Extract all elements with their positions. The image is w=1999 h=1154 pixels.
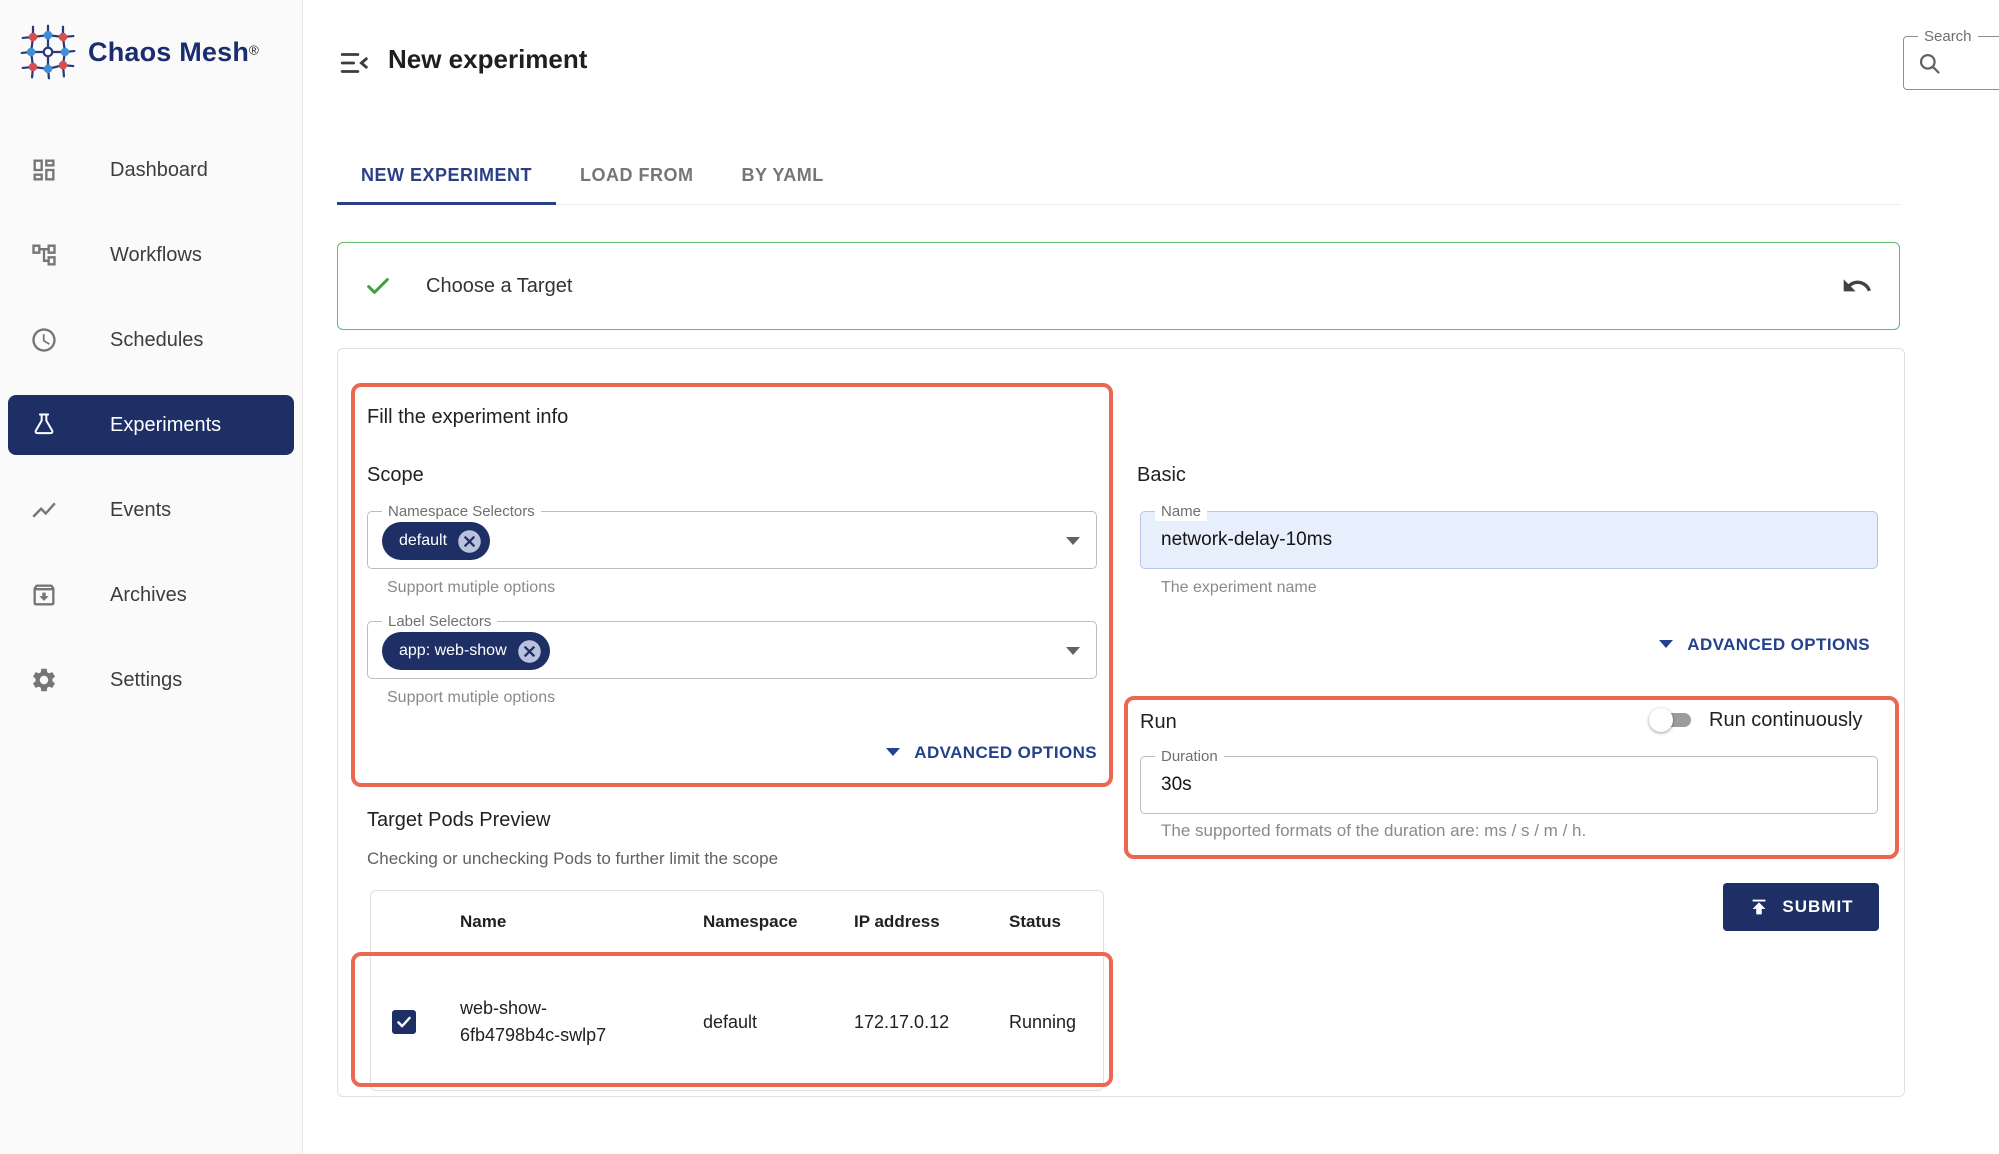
pods-table: Name Namespace IP address Status web-sho… <box>370 890 1104 1091</box>
tab-load-from[interactable]: LOAD FROM <box>556 147 717 204</box>
basic-heading: Basic <box>1137 464 1186 487</box>
checkbox-check-icon <box>395 1013 413 1031</box>
label-selectors-helper: Support mutiple options <box>387 689 555 707</box>
experiment-form-card: Fill the experiment info Scope Namespace… <box>337 348 1905 1097</box>
pod-status: Running <box>1009 1012 1103 1033</box>
advanced-options-label: ADVANCED OPTIONS <box>1687 635 1870 654</box>
search-icon <box>1916 50 1943 77</box>
pods-preview-subtitle: Checking or unchecking Pods to further l… <box>367 849 778 869</box>
pod-ip: 172.17.0.12 <box>854 1012 1009 1033</box>
run-continuously-toggle[interactable] <box>1649 707 1695 733</box>
run-continuously-label: Run continuously <box>1709 709 1862 732</box>
sidebar-item-label: Settings <box>110 669 182 692</box>
namespace-selectors-helper: Support mutiple options <box>387 579 555 597</box>
chaos-mesh-logo-icon <box>18 22 78 82</box>
brand: Chaos Mesh® <box>18 22 259 82</box>
sidebar-item-dashboard[interactable]: Dashboard <box>8 140 294 200</box>
triangle-down-icon <box>1659 640 1673 648</box>
tab-by-yaml[interactable]: BY YAML <box>718 147 848 204</box>
col-header-status: Status <box>1009 912 1103 932</box>
col-header-namespace: Namespace <box>703 912 854 932</box>
duration-helper: The supported formats of the duration ar… <box>1161 821 1586 841</box>
tab-label: LOAD FROM <box>580 165 693 186</box>
name-field-helper: The experiment name <box>1161 579 1317 597</box>
tab-bar: NEW EXPERIMENT LOAD FROM BY YAML <box>337 147 1900 205</box>
sidebar-item-label: Dashboard <box>110 159 208 182</box>
submit-button[interactable]: SUBMIT <box>1723 883 1879 931</box>
chip-namespace-default[interactable]: default <box>382 522 490 560</box>
clock-icon <box>30 326 58 354</box>
archive-icon <box>30 581 58 609</box>
sidebar-item-label: Experiments <box>110 414 221 437</box>
chip-remove-icon[interactable] <box>456 528 483 555</box>
submit-label: SUBMIT <box>1782 897 1853 917</box>
sidebar-item-experiments[interactable]: Experiments <box>8 395 294 455</box>
scope-advanced-options-toggle[interactable]: ADVANCED OPTIONS <box>367 743 1097 763</box>
duration-input[interactable] <box>1161 757 1837 813</box>
chip-label-app-web-show[interactable]: app: web-show <box>382 632 550 670</box>
pod-namespace: default <box>703 1012 854 1033</box>
pod-name: web-show-6fb4798b4c-swlp7 <box>460 995 642 1049</box>
basic-advanced-options-toggle[interactable]: ADVANCED OPTIONS <box>1144 635 1870 655</box>
scope-heading: Scope <box>367 464 424 487</box>
advanced-options-label: ADVANCED OPTIONS <box>914 743 1097 762</box>
toggle-thumb <box>1649 708 1673 732</box>
sidebar-item-archives[interactable]: Archives <box>8 565 294 625</box>
tab-new-experiment[interactable]: NEW EXPERIMENT <box>337 147 556 204</box>
table-row[interactable]: web-show-6fb4798b4c-swlp7 default 172.17… <box>371 953 1103 1091</box>
sidebar-item-workflows[interactable]: Workflows <box>8 225 294 285</box>
experiment-name-input[interactable] <box>1161 512 1837 568</box>
sidebar-nav: Dashboard Workflows Schedules Experiment… <box>0 140 302 735</box>
check-icon <box>364 272 392 300</box>
triangle-down-icon <box>886 748 900 756</box>
flask-icon <box>30 411 58 439</box>
col-header-name: Name <box>460 912 703 932</box>
brand-name: Chaos Mesh <box>88 37 249 67</box>
label-selectors-label: Label Selectors <box>382 612 497 631</box>
line-chart-icon <box>30 496 58 524</box>
dashboard-icon <box>30 156 58 184</box>
menu-collapse-icon[interactable] <box>338 46 372 80</box>
sidebar-item-settings[interactable]: Settings <box>8 650 294 710</box>
step-choose-target[interactable]: Choose a Target <box>337 242 1900 330</box>
sidebar-item-schedules[interactable]: Schedules <box>8 310 294 370</box>
tab-label: BY YAML <box>742 165 824 186</box>
namespace-selectors-field[interactable]: Namespace Selectors default <box>367 511 1097 569</box>
search-field[interactable]: Search <box>1903 36 1999 90</box>
step-label: Choose a Target <box>426 275 572 298</box>
tab-label: NEW EXPERIMENT <box>361 165 532 186</box>
undo-icon[interactable] <box>1841 270 1873 302</box>
search-field-label: Search <box>1918 27 1978 46</box>
run-continuously-control: Run continuously <box>1649 707 1862 733</box>
chip-remove-icon[interactable] <box>516 638 543 665</box>
dropdown-arrow-icon[interactable] <box>1066 647 1080 655</box>
experiment-info-title: Fill the experiment info <box>367 406 568 429</box>
gear-icon <box>30 666 58 694</box>
pod-checkbox[interactable] <box>392 1010 416 1034</box>
dropdown-arrow-icon[interactable] <box>1066 537 1080 545</box>
sidebar-item-label: Archives <box>110 584 187 607</box>
registered-mark: ® <box>249 42 259 57</box>
sidebar-item-label: Workflows <box>110 244 202 267</box>
search-input[interactable] <box>1952 47 1999 79</box>
publish-icon <box>1748 896 1770 918</box>
sidebar: Chaos Mesh® Dashboard Workflows Schedule… <box>0 0 303 1154</box>
namespace-selectors-label: Namespace Selectors <box>382 502 541 521</box>
chip-label: app: web-show <box>399 642 507 660</box>
run-heading: Run <box>1140 711 1177 734</box>
sidebar-item-label: Events <box>110 499 171 522</box>
sidebar-item-label: Schedules <box>110 329 203 352</box>
pods-table-header: Name Namespace IP address Status <box>371 891 1103 953</box>
duration-field[interactable]: Duration <box>1140 756 1878 814</box>
workflow-tree-icon <box>30 241 58 269</box>
experiment-name-field[interactable]: Name <box>1140 511 1878 569</box>
label-selectors-field[interactable]: Label Selectors app: web-show <box>367 621 1097 679</box>
page-title: New experiment <box>388 44 587 75</box>
sidebar-item-events[interactable]: Events <box>8 480 294 540</box>
chip-label: default <box>399 532 447 550</box>
pods-preview-title: Target Pods Preview <box>367 809 550 832</box>
col-header-ip: IP address <box>854 912 1009 932</box>
